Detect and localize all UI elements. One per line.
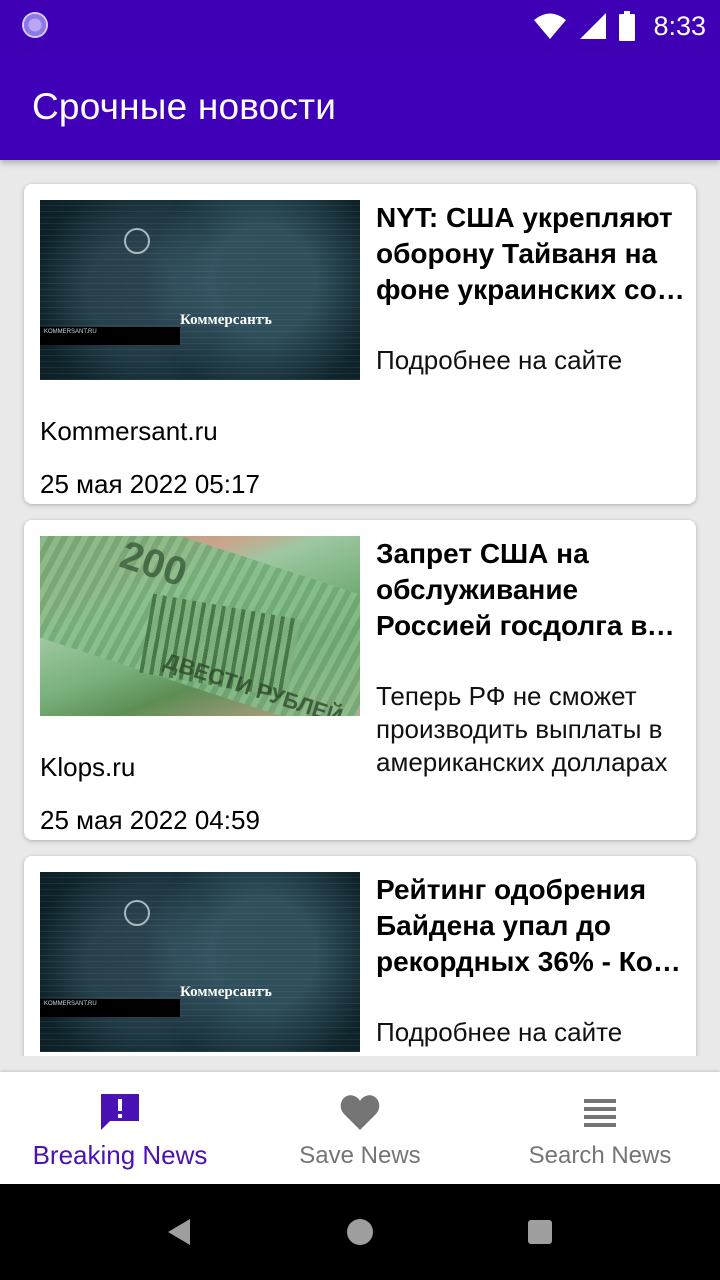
news-title: NYT: США укрепляют оборону Тайваня на фо… [376,202,685,305]
battery-icon [619,11,636,41]
status-time: 8:33 [653,10,706,41]
thumbnail-logo: Коммерсантъ [180,984,272,1000]
nav-breaking-news[interactable]: Breaking News [0,1072,240,1184]
app-bar: Срочные новости [0,52,720,160]
news-date: 25 мая 2022 05:17 [40,469,260,499]
emblem-icon [124,900,150,926]
wifi-icon [534,13,567,39]
news-description: Подробнее на сайте [376,345,623,375]
app-notification-icon [22,12,48,38]
heart-icon [340,1095,380,1130]
news-card[interactable]: KOMMERSANT.RU Коммерсантъ NYT: США укреп… [24,184,696,504]
home-icon[interactable] [347,1219,373,1245]
page-title: Срочные новости [32,86,337,127]
nav-label: Breaking News [32,1140,208,1170]
news-feed[interactable]: KOMMERSANT.RU Коммерсантъ NYT: США укреп… [0,160,720,1056]
nav-label: Save News [299,1142,421,1169]
recent-apps-icon[interactable] [528,1220,552,1244]
news-title: Запрет США на обслуживание Россией госдо… [376,538,688,641]
bottom-navigation: Breaking News Save News Search News [0,1072,720,1184]
signal-icon [580,13,607,39]
news-date: 25 мая 2022 04:59 [40,805,260,835]
nav-save-news[interactable]: Save News [240,1072,480,1184]
alert-message-icon [101,1094,139,1130]
list-icon [584,1099,616,1127]
status-bar: 8:33 [0,0,720,52]
thumbnail-caption: KOMMERSANT.RU [44,329,97,335]
news-description: Подробнее на сайте [376,1017,623,1047]
news-title: Рейтинг одобрения Байдена упал до рекорд… [376,874,681,977]
news-thumbnail: KOMMERSANT.RU Коммерсантъ [40,200,360,380]
news-card[interactable]: KOMMERSANT.RU Коммерсантъ Рейтинг одобре… [24,856,696,1056]
news-description: Теперь РФ не сможет производить выплаты … [376,681,668,777]
news-card[interactable]: 200 ДВЕСТИ РУБЛЕЙ Запрет США на обслужив… [24,520,696,840]
news-thumbnail: KOMMERSANT.RU Коммерсантъ [40,872,360,1052]
back-icon[interactable] [168,1219,190,1245]
thumbnail-caption: KOMMERSANT.RU [44,1001,97,1007]
news-source: Kommersant.ru [40,416,218,446]
thumbnail-logo: Коммерсантъ [180,312,272,328]
news-thumbnail: 200 ДВЕСТИ РУБЛЕЙ [40,536,360,716]
news-source: Klops.ru [40,752,136,782]
emblem-icon [124,228,150,254]
nav-label: Search News [528,1142,672,1169]
nav-search-news[interactable]: Search News [480,1072,720,1184]
